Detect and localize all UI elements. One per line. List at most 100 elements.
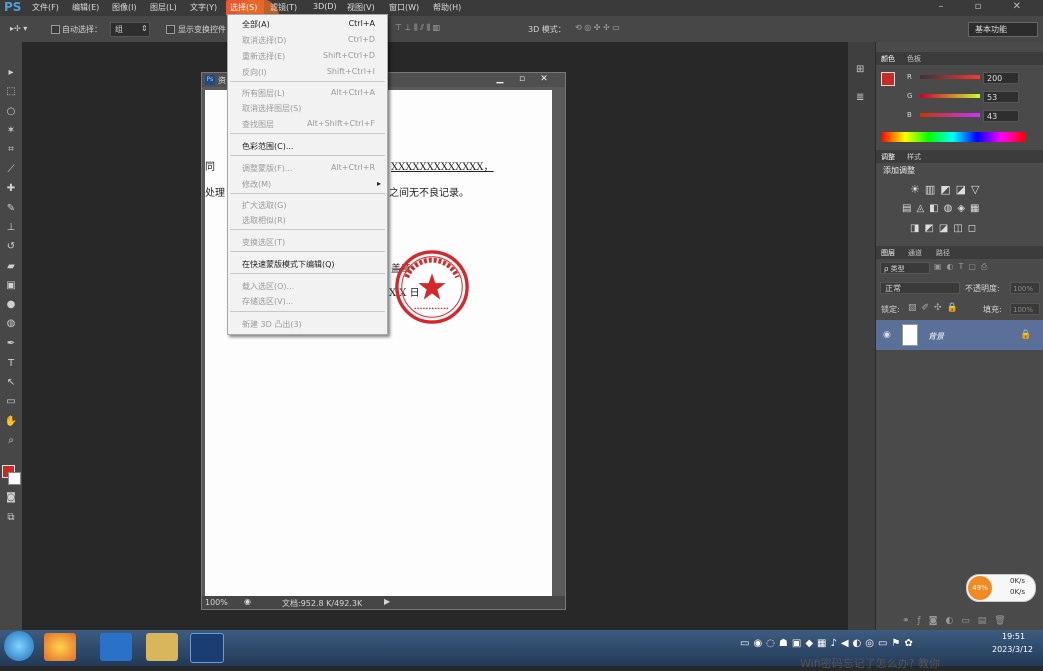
minimize-icon[interactable]: ▁ xyxy=(490,73,510,86)
menu-file[interactable]: 文件(F) xyxy=(32,2,59,13)
dodge-tool-icon[interactable]: ◍ xyxy=(3,317,19,331)
g-value-input[interactable]: 53 xyxy=(983,91,1019,103)
adjustment-icons-row-2[interactable]: ▤◬◧◍◈▦ xyxy=(902,203,984,214)
g-slider[interactable] xyxy=(920,94,980,98)
menu-item-similar[interactable]: 选取相似(R) xyxy=(242,215,286,226)
clock-date[interactable]: 2023/3/12 xyxy=(992,645,1033,654)
start-button-icon[interactable] xyxy=(4,631,34,661)
menu-edit[interactable]: 编辑(E) xyxy=(72,2,99,13)
menu-item-reselect[interactable]: 重新选择(E) xyxy=(242,51,285,62)
menu-window[interactable]: 窗口(W) xyxy=(389,2,419,13)
r-slider[interactable] xyxy=(920,75,980,79)
tab-adjustments[interactable]: 调整 xyxy=(881,152,895,162)
show-transform-checkbox[interactable] xyxy=(166,25,175,34)
background-color[interactable] xyxy=(8,472,21,485)
properties-panel-icon[interactable]: ≣ xyxy=(856,92,864,103)
3d-tool-icons[interactable]: ⟲ ◎ ✣ ✢ ▭ xyxy=(575,23,620,32)
screen-mode-icon[interactable]: ⧉ xyxy=(3,511,19,525)
menu-image[interactable]: 图像(I) xyxy=(112,2,137,13)
b-slider[interactable] xyxy=(920,113,980,117)
clock-time[interactable]: 19:51 xyxy=(1002,632,1025,641)
move-tool-icon[interactable]: ▸ xyxy=(3,66,19,80)
pen-tool-icon[interactable]: ✒ xyxy=(3,337,19,351)
align-icons[interactable]: ⊤ ⊥ ⫼ ⫽ ⫼ ▥ xyxy=(395,23,440,33)
eraser-tool-icon[interactable]: ▰ xyxy=(3,260,19,274)
menu-filter[interactable]: 滤镜(T) xyxy=(270,2,297,13)
tab-styles[interactable]: 样式 xyxy=(907,152,921,162)
zoom-level[interactable]: 100% xyxy=(205,598,228,607)
adjustment-icons-row-1[interactable]: ☀▥◩◪▽ xyxy=(910,183,985,196)
layer-filter-icons[interactable]: ▣◐T▢⎙ xyxy=(934,262,992,272)
tab-layers[interactable]: 图层 xyxy=(881,248,895,258)
menu-help[interactable]: 帮助(H) xyxy=(433,2,461,13)
brush-tool-icon[interactable]: ✎ xyxy=(3,202,19,216)
menu-item-load-selection[interactable]: 载入选区(O)... xyxy=(242,281,294,292)
menu-3d[interactable]: 3D(D) xyxy=(313,2,337,11)
menu-item-select-all[interactable]: 全部(A) xyxy=(242,19,270,30)
color-spectrum-bar[interactable] xyxy=(881,132,1025,142)
workspace-button[interactable]: 基本功能 xyxy=(968,22,1038,37)
menu-item-grow[interactable]: 扩大选取(G) xyxy=(242,200,286,211)
app-icon-1[interactable] xyxy=(44,633,76,661)
menu-layer[interactable]: 图层(L) xyxy=(150,2,177,13)
system-tray-icons[interactable]: ▭◉◌☗▣◆▦♪◀◐◎▭⚑✿ xyxy=(740,638,917,649)
quick-mask-icon[interactable]: ◙ xyxy=(3,491,19,505)
menu-type[interactable]: 文字(Y) xyxy=(190,2,217,13)
menu-item-save-selection[interactable]: 存储选区(V)... xyxy=(242,296,293,307)
menu-item-quick-mask[interactable]: 在快速蒙版模式下编辑(Q) xyxy=(242,259,335,270)
crop-tool-icon[interactable]: ⌗ xyxy=(3,143,19,157)
adjustment-icons-row-3[interactable]: ◨◩◪◫◻ xyxy=(910,223,981,234)
lasso-tool-icon[interactable]: ○ xyxy=(3,105,19,119)
maximize-icon[interactable]: ▫ xyxy=(512,73,532,86)
marquee-tool-icon[interactable]: ⬚ xyxy=(3,85,19,99)
menu-item-color-range[interactable]: 色彩范围(C)... xyxy=(242,141,293,152)
menu-item-refine-mask[interactable]: 调整蒙版(F)... xyxy=(242,163,292,174)
history-brush-icon[interactable]: ↺ xyxy=(3,240,19,254)
color-fg-swatch[interactable] xyxy=(881,72,895,86)
close-icon[interactable]: ✕ xyxy=(534,73,554,86)
file-explorer-icon[interactable] xyxy=(146,633,178,661)
gradient-tool-icon[interactable]: ▣ xyxy=(3,279,19,293)
menu-item-new-3d-extrusion[interactable]: 新建 3D 凸出(3) xyxy=(242,319,302,330)
history-panel-icon[interactable]: ⊞ xyxy=(856,64,864,75)
tab-swatches[interactable]: 色板 xyxy=(907,54,921,64)
visibility-eye-icon[interactable]: ◉ xyxy=(883,330,891,340)
magic-wand-icon[interactable]: ✶ xyxy=(3,124,19,138)
opacity-input[interactable]: 100% xyxy=(1010,282,1040,294)
menu-item-deselect-layers[interactable]: 取消选择图层(S) xyxy=(242,103,301,114)
menu-item-inverse[interactable]: 反向(I) xyxy=(242,67,267,78)
menu-item-find-layers[interactable]: 查找图层 xyxy=(242,119,274,130)
zoom-tool-icon[interactable]: ⌕ xyxy=(3,434,19,448)
menu-item-modify[interactable]: 修改(M) xyxy=(242,179,271,190)
layers-footer-icons[interactable]: ⚭ƒ◙◐▭▤🗑 xyxy=(902,616,1014,626)
app-icon-2[interactable] xyxy=(100,633,132,661)
window-controls[interactable]: – ▫ ✕ xyxy=(938,1,1035,12)
menu-select[interactable]: 选择(S) xyxy=(230,2,257,13)
tab-paths[interactable]: 路径 xyxy=(936,248,950,258)
layer-filter-dropdown[interactable]: ρ 类型 xyxy=(880,262,930,274)
menu-item-transform-selection[interactable]: 变换选区(T) xyxy=(242,237,285,248)
blend-mode-dropdown[interactable]: 正常 xyxy=(880,282,960,294)
lock-icons[interactable]: ▨✐✣🔒 xyxy=(908,303,963,313)
healing-brush-icon[interactable]: ✚ xyxy=(3,182,19,196)
stamp-tool-icon[interactable]: ⊥ xyxy=(3,221,19,235)
eyedropper-icon[interactable]: ⟋ xyxy=(3,163,19,177)
auto-select-checkbox[interactable] xyxy=(51,25,60,34)
menu-view[interactable]: 视图(V) xyxy=(347,2,375,13)
tab-channels[interactable]: 通道 xyxy=(908,248,922,258)
shape-tool-icon[interactable]: ▭ xyxy=(3,395,19,409)
path-select-icon[interactable]: ↖ xyxy=(3,376,19,390)
blur-tool-icon[interactable]: ● xyxy=(3,298,19,312)
menu-item-all-layers[interactable]: 所有图层(L) xyxy=(242,88,285,99)
b-value-input[interactable]: 43 xyxy=(983,110,1019,122)
fill-input[interactable]: 100% xyxy=(1010,303,1040,315)
layer-name[interactable]: 背景 xyxy=(928,331,944,342)
type-tool-icon[interactable]: T xyxy=(3,357,19,371)
status-arrow-icon[interactable]: ▶ xyxy=(384,597,390,606)
move-tool-icon[interactable]: ▸✢ ▾ xyxy=(10,24,27,33)
hand-tool-icon[interactable]: ✋ xyxy=(3,415,19,429)
tab-color[interactable]: 颜色 xyxy=(881,54,895,64)
photoshop-taskbar-icon[interactable] xyxy=(190,633,224,663)
menu-item-deselect[interactable]: 取消选择(D) xyxy=(242,35,286,46)
r-value-input[interactable]: 200 xyxy=(983,72,1019,84)
